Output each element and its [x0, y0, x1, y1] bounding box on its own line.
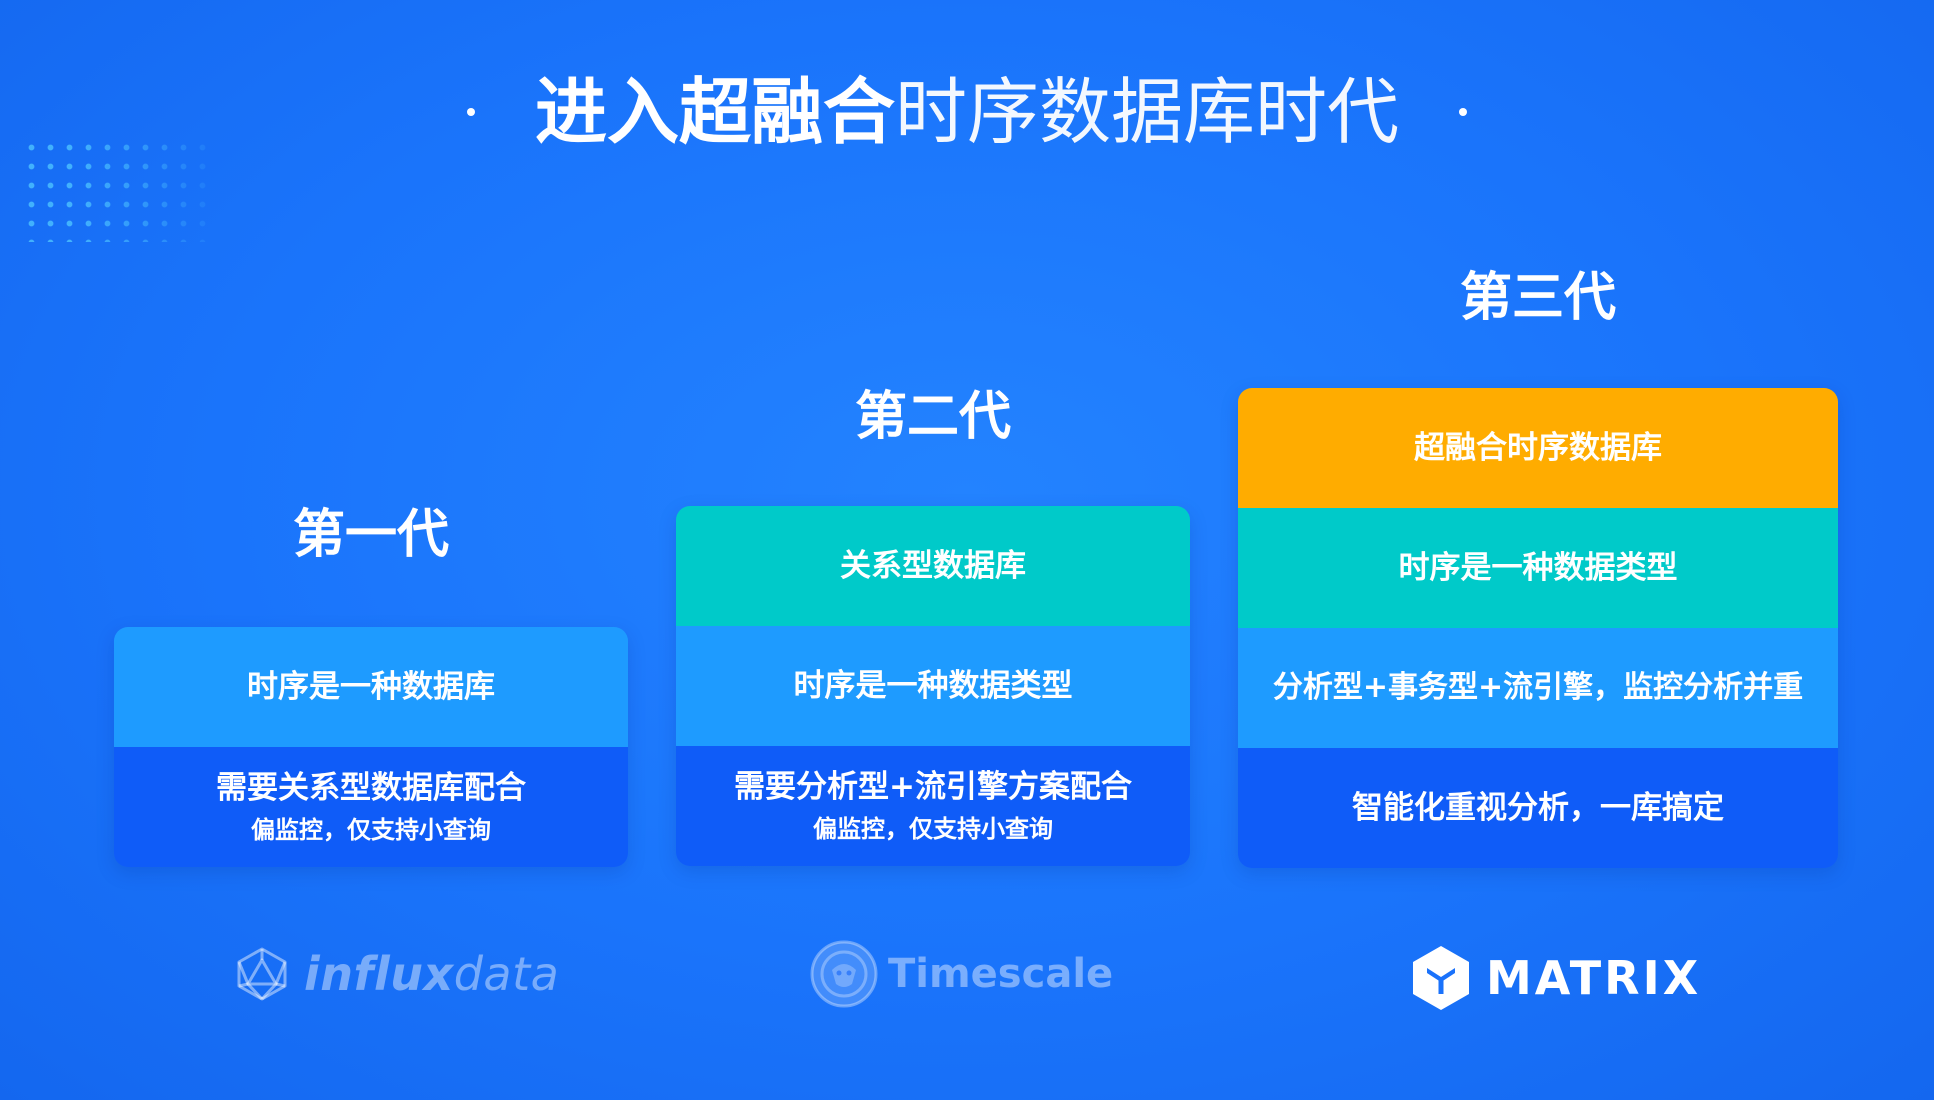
generation-2-row-3-subtext: 偏监控，仅支持小查询	[813, 815, 1053, 843]
generation-1-card: 时序是一种数据库 需要关系型数据库配合 偏监控，仅支持小查询	[114, 627, 628, 867]
generation-2-row-3: 需要分析型+流引擎方案配合 偏监控，仅支持小查询	[676, 746, 1190, 866]
tiger-emblem-icon	[810, 940, 878, 1008]
timescale-logo-text: Timescale	[888, 951, 1114, 997]
generation-1-row-2-text: 需要关系型数据库配合	[216, 770, 526, 806]
icosahedron-icon	[237, 947, 287, 1001]
generation-2-row-1: 关系型数据库	[676, 506, 1190, 626]
title-bullet-left	[466, 108, 475, 116]
generation-3-row-3-text: 分析型+事务型+流引擎，监控分析并重	[1272, 670, 1804, 705]
generation-1-row-1: 时序是一种数据库	[114, 627, 628, 747]
title-light: 时序数据库时代	[895, 70, 1400, 154]
influx-logo-bold: influx	[304, 947, 454, 1001]
generation-3-row-4-text: 智能化重视分析，一库搞定	[1352, 790, 1724, 826]
generation-2-label: 第二代	[854, 387, 1011, 447]
influx-logo-light: data	[453, 947, 560, 1001]
generation-3-label: 第三代	[1459, 268, 1616, 328]
generation-2-row-1-text: 关系型数据库	[840, 548, 1026, 584]
generation-1-row-2-subtext: 偏监控，仅支持小查询	[251, 816, 491, 844]
generation-1-row-2: 需要关系型数据库配合 偏监控，仅支持小查询	[114, 747, 628, 867]
generation-3-row-1-text: 超融合时序数据库	[1414, 430, 1662, 466]
generation-3-row-4: 智能化重视分析，一库搞定	[1238, 748, 1838, 868]
page-title: 进入超融合时序数据库时代	[0, 62, 1934, 162]
title-bold: 进入超融合	[534, 70, 895, 154]
title-bullet-right	[1459, 108, 1468, 116]
generation-1-row-1-text: 时序是一种数据库	[247, 669, 495, 705]
matrix-logo: MATRIX	[1410, 944, 1701, 1012]
influxdata-logo: influxdata	[234, 946, 559, 1002]
generation-2-row-2-text: 时序是一种数据类型	[793, 668, 1073, 704]
generation-3-row-1: 超融合时序数据库	[1238, 388, 1838, 508]
generation-2-row-3-text: 需要分析型+流引擎方案配合	[734, 769, 1132, 805]
generation-3-card: 超融合时序数据库 时序是一种数据类型 分析型+事务型+流引擎，监控分析并重 智能…	[1238, 388, 1838, 868]
generation-3-row-2: 时序是一种数据类型	[1238, 508, 1838, 628]
matrix-logo-text: MATRIX	[1486, 951, 1702, 1005]
generation-2-row-2: 时序是一种数据类型	[676, 626, 1190, 746]
timescale-logo: Timescale	[810, 940, 1113, 1008]
hexagon-y-icon	[1413, 946, 1469, 1010]
generation-1-label: 第一代	[292, 505, 449, 565]
generation-3-row-2-text: 时序是一种数据类型	[1398, 550, 1678, 586]
generation-2-card: 关系型数据库 时序是一种数据类型 需要分析型+流引擎方案配合 偏监控，仅支持小查…	[676, 506, 1190, 866]
generation-3-row-3: 分析型+事务型+流引擎，监控分析并重	[1238, 628, 1838, 748]
